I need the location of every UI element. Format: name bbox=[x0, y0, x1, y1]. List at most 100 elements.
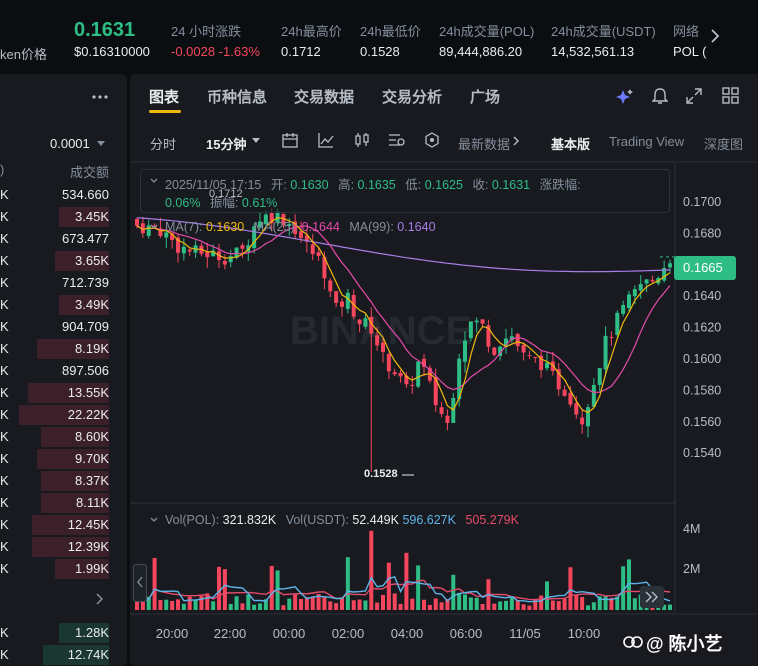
trade-row: K 1.99K bbox=[0, 558, 127, 580]
ma99-value: 0.1640 bbox=[397, 220, 436, 234]
candle-body bbox=[480, 319, 485, 324]
caret-down-icon[interactable] bbox=[150, 517, 158, 523]
volume-bar bbox=[422, 599, 426, 610]
volume-bar bbox=[498, 601, 503, 610]
candlestick-chart[interactable]: 0.17000.16800.16600.16400.16200.16000.15… bbox=[130, 74, 758, 666]
volume-bar bbox=[545, 581, 549, 610]
trade-row: K 8.19K bbox=[0, 338, 127, 360]
price-label: ken价格 bbox=[0, 47, 47, 62]
candle-body bbox=[586, 407, 590, 427]
trade-amount: K bbox=[0, 451, 9, 466]
vol-usdt-value: 14,532,561.13 bbox=[551, 44, 635, 59]
candle-body bbox=[392, 372, 397, 375]
ma99-label: MA(99): bbox=[349, 220, 394, 234]
volume-bar bbox=[328, 601, 333, 610]
volume-bar bbox=[334, 603, 339, 610]
volume-bar bbox=[199, 595, 204, 610]
candle-body bbox=[386, 353, 391, 372]
trade-amount: K bbox=[0, 495, 9, 510]
candle-body bbox=[580, 417, 585, 425]
chevron-right-icon[interactable] bbox=[96, 593, 104, 605]
chevron-right-icon[interactable] bbox=[709, 28, 721, 44]
vol-pol-value: 321.832K bbox=[222, 513, 277, 527]
low-value: 0.1528 bbox=[360, 44, 400, 59]
trade-turnover: 8.11K bbox=[75, 495, 109, 510]
trade-turnover: 9.70K bbox=[75, 451, 109, 466]
caret-down-icon[interactable] bbox=[150, 224, 158, 230]
more-icon[interactable] bbox=[92, 94, 108, 100]
volume-bar bbox=[539, 595, 544, 610]
volume-bar bbox=[369, 530, 374, 610]
candle-body bbox=[363, 318, 368, 327]
x-tick-label: 10:00 bbox=[568, 626, 601, 641]
volume-bar bbox=[568, 567, 573, 610]
caret-down-icon[interactable] bbox=[150, 178, 158, 184]
ma25-value: 0.1644 bbox=[301, 220, 340, 234]
candle-body bbox=[181, 246, 186, 254]
volume-bar bbox=[521, 604, 526, 610]
high-label: 高: bbox=[338, 178, 355, 192]
high-value: 0.1712 bbox=[281, 44, 321, 59]
x-tick-label: 02:00 bbox=[332, 626, 365, 641]
trade-turnover: 897.506 bbox=[62, 363, 109, 378]
volume-tick-label: 4M bbox=[683, 522, 700, 536]
volume-bar bbox=[527, 605, 532, 610]
volume-bar bbox=[463, 594, 467, 610]
volume-bar bbox=[509, 597, 514, 610]
candle-body bbox=[638, 284, 643, 291]
volume-bar bbox=[345, 557, 350, 610]
low-value: 0.1625 bbox=[424, 178, 463, 192]
trade-amount: K bbox=[0, 363, 9, 378]
trade-amount: K bbox=[0, 385, 9, 400]
volume-bar bbox=[258, 603, 262, 610]
trade-row: K 3.49K bbox=[0, 294, 127, 316]
trade-row: K 12.74K bbox=[0, 644, 127, 666]
trade-row: K 8.37K bbox=[0, 470, 127, 492]
vol-ma10-value: 505.279K bbox=[465, 513, 519, 527]
candle-body bbox=[357, 319, 362, 325]
trade-amount: K bbox=[0, 473, 9, 488]
x-tick-label: 22:00 bbox=[214, 626, 247, 641]
volume-tick-label: 2M bbox=[683, 562, 700, 576]
volume-bar bbox=[240, 603, 245, 610]
trade-turnover: 8.60K bbox=[75, 429, 109, 444]
network-label: 网络 bbox=[673, 24, 700, 39]
volume-bar bbox=[580, 596, 585, 610]
volume-bar bbox=[392, 593, 397, 610]
candle-body bbox=[334, 291, 339, 303]
volume-bar bbox=[222, 569, 227, 610]
trade-amount: K bbox=[0, 253, 9, 268]
trade-amount: K bbox=[0, 319, 9, 334]
trade-turnover: 712.739 bbox=[62, 275, 109, 290]
candle-body bbox=[240, 245, 245, 249]
candle-body bbox=[568, 392, 573, 405]
volume-bar bbox=[269, 565, 274, 610]
last-price: 0.1631 bbox=[74, 19, 136, 41]
trade-turnover: 534.660 bbox=[62, 187, 109, 202]
candle-body bbox=[328, 280, 333, 292]
low-price-marker: 0.1528 bbox=[364, 468, 398, 480]
trade-row: K 712.739 bbox=[0, 272, 127, 294]
candle-body bbox=[316, 252, 321, 256]
volume-bar bbox=[480, 603, 485, 610]
open-label: 开: bbox=[270, 178, 287, 192]
trade-turnover: 8.37K bbox=[75, 473, 109, 488]
trade-turnover: 3.45K bbox=[75, 209, 109, 224]
vol-usdt-label: 24h成交量(USDT) bbox=[551, 24, 656, 39]
volume-bar bbox=[474, 597, 479, 610]
col-amount-header: ) bbox=[0, 162, 5, 177]
volume-bar bbox=[193, 599, 198, 610]
network-value: POL ( bbox=[673, 44, 707, 59]
volume-bar bbox=[504, 600, 508, 610]
trade-row: K 22.22K bbox=[0, 404, 127, 426]
precision-select[interactable]: 0.0001 bbox=[50, 136, 90, 151]
volume-bar bbox=[492, 603, 497, 610]
y-tick-label: 0.1700 bbox=[683, 195, 721, 209]
volume-bar bbox=[433, 598, 438, 610]
change-label: 24 小时涨跌 bbox=[171, 24, 242, 39]
ma25-label: MA(25): bbox=[253, 220, 299, 234]
candle-body bbox=[668, 263, 672, 268]
close-value: 0.1631 bbox=[491, 178, 531, 192]
candle-body bbox=[527, 355, 532, 357]
trade-amount: K bbox=[0, 429, 9, 444]
